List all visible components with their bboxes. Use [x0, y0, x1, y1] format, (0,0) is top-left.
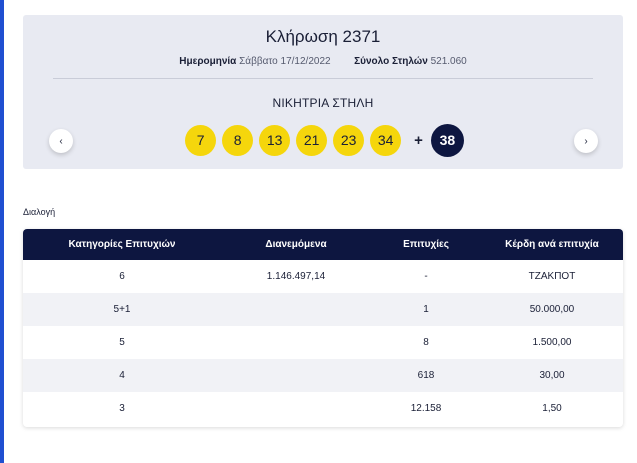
cell-prize: ΤΖΑΚΠΟΤ: [528, 271, 576, 282]
page: Κλήρωση 2371 Ημερομηνία Σάββατο 17/12/20…: [0, 0, 637, 463]
cell-winners: 1: [423, 304, 429, 315]
results-table: Κατηγορίες Επιτυχιών Διανεμόμενα Επιτυχί…: [23, 229, 623, 427]
header-distributed: Διανεμόμενα: [265, 239, 327, 250]
section-label: Διαλογή: [23, 207, 56, 217]
header-category: Κατηγορίες Επιτυχιών: [68, 239, 176, 250]
header-prize: Κέρδη ανά επιτυχία: [505, 239, 599, 250]
cell-prize: 1,50: [542, 403, 562, 414]
draw-title: Κλήρωση 2371: [265, 27, 381, 46]
date-value: Σάββατο 17/12/2022: [239, 56, 331, 67]
cell-category: 5+1: [113, 304, 131, 315]
columns-value: 521.060: [430, 56, 467, 67]
divider: [53, 78, 593, 79]
table-row: 6 1.146.497,14 - ΤΖΑΚΠΟΤ: [23, 260, 623, 293]
cell-winners: 8: [423, 337, 429, 348]
draw-card: Κλήρωση 2371 Ημερομηνία Σάββατο 17/12/20…: [23, 15, 623, 169]
cell-category: 6: [119, 271, 125, 282]
winning-numbers: 7 8 13 21 23 34 + 38: [23, 123, 623, 157]
cell-winners: -: [424, 271, 428, 282]
cell-category: 5: [119, 337, 125, 348]
cell-prize: 1.500,00: [532, 337, 572, 348]
number-ball: 8: [222, 124, 254, 156]
header-winners: Επιτυχίες: [403, 239, 449, 250]
number-ball: 7: [185, 124, 217, 156]
joker-ball: 38: [430, 123, 464, 157]
table-row: 4 618 30,00: [23, 359, 623, 392]
table-row: 5+1 1 50.000,00: [23, 293, 623, 326]
cell-category: 3: [119, 403, 125, 414]
left-accent-bar: [0, 0, 4, 463]
number-ball: 34: [370, 124, 402, 156]
cell-prize: 30,00: [539, 370, 565, 381]
number-ball: 21: [296, 124, 328, 156]
cell-prize: 50.000,00: [529, 304, 575, 315]
chevron-left-icon: ‹: [59, 135, 63, 147]
winning-column-label: ΝΙΚΗΤΡΙΑ ΣΤΗΛΗ: [272, 96, 374, 110]
cell-distributed: 1.146.497,14: [266, 271, 326, 282]
plus-sign: +: [414, 131, 423, 149]
number-ball: 13: [259, 124, 291, 156]
number-ball: 23: [333, 124, 365, 156]
date-label: Ημερομηνία: [179, 56, 237, 67]
table-row: 5 8 1.500,00: [23, 326, 623, 359]
previous-draw-button[interactable]: ‹: [49, 129, 73, 153]
chevron-right-icon: ›: [584, 135, 588, 147]
cell-winners: 12.158: [410, 403, 442, 414]
cell-category: 4: [119, 370, 125, 381]
columns-label: Σύνολο Στηλών: [354, 56, 428, 67]
table-row: 3 12.158 1,50: [23, 392, 623, 425]
next-draw-button[interactable]: ›: [574, 129, 598, 153]
table-header: Κατηγορίες Επιτυχιών Διανεμόμενα Επιτυχί…: [23, 229, 623, 260]
cell-winners: 618: [417, 370, 435, 381]
draw-meta: Ημερομηνία Σάββατο 17/12/2022 Σύνολο Στη…: [23, 56, 623, 67]
